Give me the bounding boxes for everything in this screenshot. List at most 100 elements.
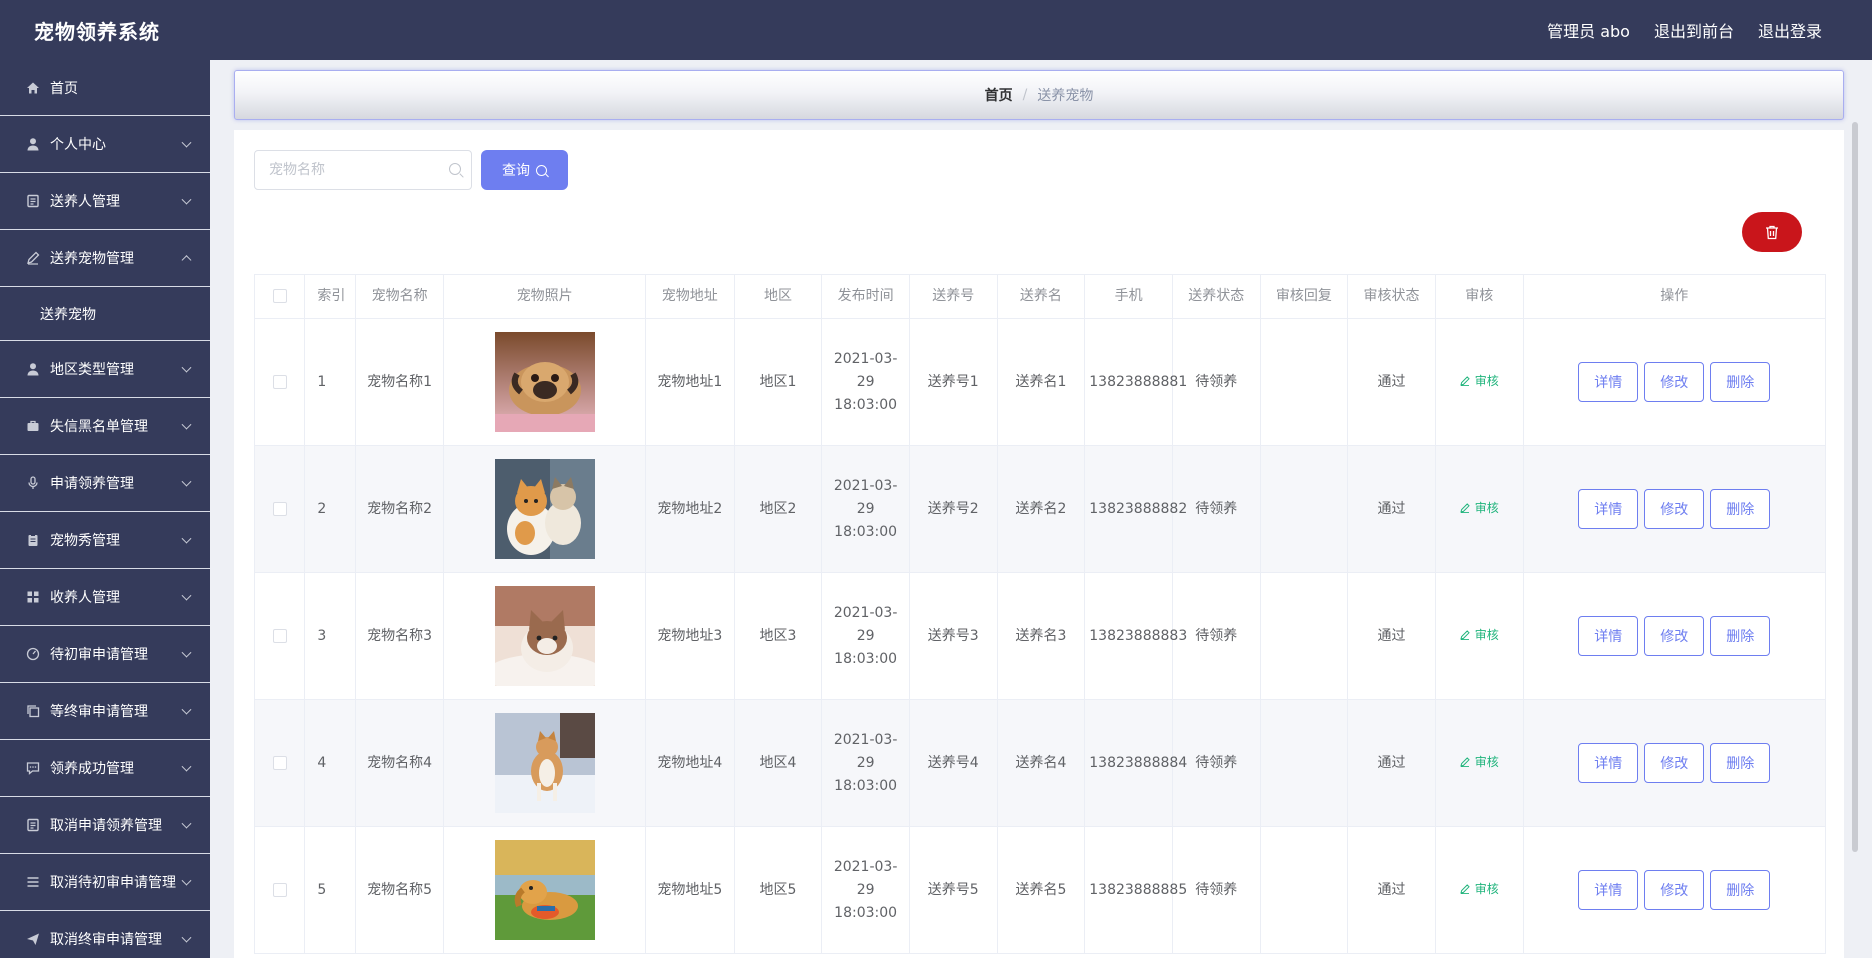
row-checkbox[interactable]: [272, 628, 287, 643]
user-icon: [24, 137, 42, 151]
cell-phone: 13823888883: [1084, 572, 1187, 700]
row-checkbox[interactable]: [272, 882, 287, 897]
batch-delete-button[interactable]: [1742, 212, 1802, 252]
search-icon: [449, 163, 461, 175]
sidebar-item-7[interactable]: 宠物秀管理: [0, 512, 210, 569]
cell-reply: [1259, 699, 1349, 827]
delete-button[interactable]: 删除: [1710, 489, 1771, 529]
cell-send-name: 送养名3: [996, 572, 1086, 700]
row-checkbox-cell: [253, 318, 306, 446]
sidebar-item-10[interactable]: 等终审申请管理: [0, 683, 210, 740]
edit-button[interactable]: 修改: [1644, 362, 1705, 402]
audit-link[interactable]: 审核: [1460, 370, 1499, 393]
cell-send-name: 送养名4: [996, 699, 1086, 827]
edit-button[interactable]: 修改: [1644, 616, 1705, 656]
cell-name: 宠物名称4: [354, 699, 445, 827]
sidebar-item-home[interactable]: 首页: [0, 60, 210, 116]
row-checkbox[interactable]: [272, 755, 287, 770]
pet-photo: [448, 840, 641, 940]
sidebar-item-label: 宠物秀管理: [50, 533, 120, 549]
sidebar-item-5[interactable]: 失信黑名单管理: [0, 398, 210, 455]
cell-region: 地区3: [733, 572, 823, 700]
edit-button[interactable]: 修改: [1644, 743, 1705, 783]
clipboard-icon: [24, 533, 42, 547]
admin-user-label: 管理员 abo: [1547, 22, 1630, 41]
row-checkbox[interactable]: [272, 501, 287, 516]
row-checkbox[interactable]: [272, 374, 287, 389]
cell-region: 地区4: [733, 699, 823, 827]
top-header: 宠物领养系统 管理员 abo 退出到前台 退出登录: [0, 0, 1872, 60]
chevron-down-icon: [181, 818, 192, 829]
sidebar-item-6[interactable]: 申请领养管理: [0, 455, 210, 512]
pet-name-search-input[interactable]: [255, 151, 435, 189]
delete-button[interactable]: 删除: [1710, 362, 1771, 402]
edit-button[interactable]: 修改: [1644, 870, 1705, 910]
sidebar-item-13[interactable]: 取消待初审申请管理: [0, 854, 210, 911]
sidebar-item-8[interactable]: 收养人管理: [0, 569, 210, 626]
grid-icon: [24, 590, 42, 604]
select-all-checkbox[interactable]: [272, 289, 287, 303]
edit-button[interactable]: 修改: [1644, 489, 1705, 529]
app-title: 宠物领养系统: [34, 19, 160, 44]
sidebar-item-12[interactable]: 取消申请领养管理: [0, 797, 210, 854]
chevron-down-icon: [181, 137, 192, 148]
audit-cell: 审核: [1434, 318, 1524, 446]
chevron-down-icon: [181, 932, 192, 943]
user-icon: [24, 362, 42, 376]
column-header: 索引: [304, 274, 356, 319]
sidebar-item-14[interactable]: 取消终审申请管理: [0, 911, 210, 958]
list-icon: [24, 875, 42, 889]
sidebar-item-1[interactable]: 个人中心: [0, 116, 210, 173]
cell-index: 1: [304, 318, 356, 446]
edit-icon: [24, 251, 42, 265]
breadcrumb-home[interactable]: 首页: [985, 85, 1013, 105]
audit-link[interactable]: 审核: [1460, 497, 1499, 520]
pet-photo: [448, 332, 641, 432]
chevron-down-icon: [181, 647, 192, 658]
delete-button[interactable]: 删除: [1710, 616, 1771, 656]
sidebar-item-9[interactable]: 待初审申请管理: [0, 626, 210, 683]
actions-cell: 详情 修改 删除: [1522, 699, 1827, 827]
breadcrumb: 首页 / 送养宠物: [234, 70, 1844, 120]
cell-time: 2021-03-29 18:03:00: [821, 826, 910, 954]
detail-button[interactable]: 详情: [1578, 616, 1639, 656]
detail-button[interactable]: 详情: [1578, 743, 1639, 783]
trash-icon: [1766, 225, 1778, 239]
cell-phone: 13823888884: [1084, 699, 1187, 827]
cell-send-name: 送养名5: [996, 826, 1086, 954]
sidebar-item-4[interactable]: 地区类型管理: [0, 341, 210, 398]
cell-audit-status: 通过: [1347, 445, 1436, 573]
sidebar-item-label: 地区类型管理: [50, 362, 134, 378]
audit-link[interactable]: 审核: [1460, 751, 1499, 774]
row-checkbox-cell: [253, 572, 306, 700]
sidebar-item-3[interactable]: 送养宠物管理: [0, 230, 210, 287]
content-panel: 查询 索引宠物名称宠物照片宠物地址地区发布时间送养号送养名手机送养状态审核回复审…: [234, 130, 1844, 958]
pet-photo-cell: [443, 826, 646, 954]
cell-index: 3: [304, 572, 356, 700]
query-button-label: 查询: [502, 163, 530, 179]
detail-button[interactable]: 详情: [1578, 870, 1639, 910]
vertical-scrollbar[interactable]: [1852, 122, 1858, 852]
chevron-down-icon: [181, 419, 192, 430]
delete-button[interactable]: 删除: [1710, 870, 1771, 910]
exit-to-front-link[interactable]: 退出到前台: [1654, 18, 1734, 42]
chevron-down-icon: [181, 704, 192, 715]
audit-link[interactable]: 审核: [1460, 878, 1499, 901]
cell-name: 宠物名称1: [354, 318, 445, 446]
delete-button[interactable]: 删除: [1710, 743, 1771, 783]
audit-link[interactable]: 审核: [1460, 624, 1499, 647]
edit-icon: [1460, 376, 1470, 387]
detail-button[interactable]: 详情: [1578, 489, 1639, 529]
pet-photo-cell: [443, 318, 646, 446]
detail-button[interactable]: 详情: [1578, 362, 1639, 402]
cell-send-no: 送养号2: [908, 445, 998, 573]
column-header: 审核状态: [1347, 274, 1436, 319]
sidebar-item-11[interactable]: 领养成功管理: [0, 740, 210, 797]
query-button[interactable]: 查询: [481, 150, 568, 190]
audit-link-label: 审核: [1474, 500, 1499, 515]
sidebar-subitem-pets[interactable]: 送养宠物: [0, 287, 210, 341]
sidebar-item-label: 申请领养管理: [50, 476, 134, 492]
send-icon: [24, 932, 42, 946]
sidebar-item-2[interactable]: 送养人管理: [0, 173, 210, 230]
logout-link[interactable]: 退出登录: [1758, 18, 1822, 42]
